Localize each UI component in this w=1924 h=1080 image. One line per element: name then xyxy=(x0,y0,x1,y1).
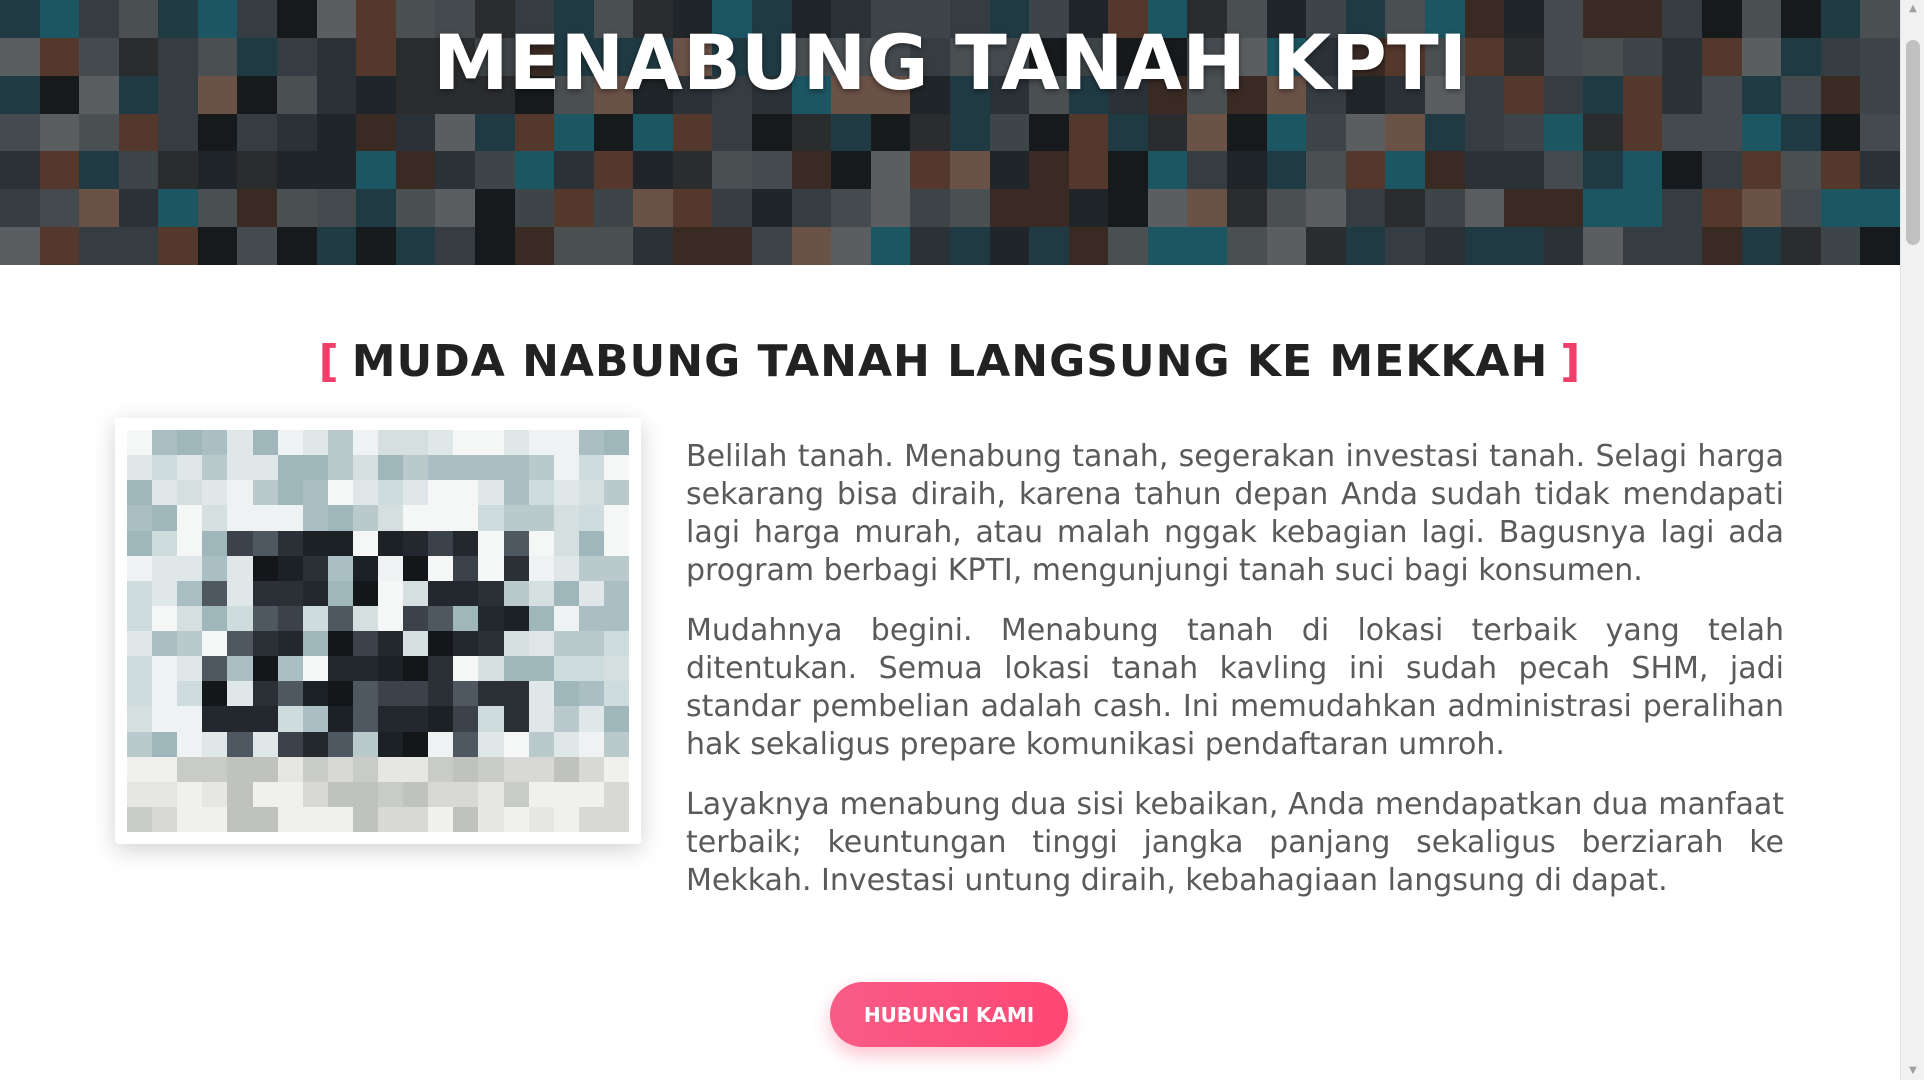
body-text: Belilah tanah. Menabung tanah, segerakan… xyxy=(686,438,1784,922)
heading-bracket-close: ] xyxy=(1560,336,1582,387)
paragraph-2: Mudahnya begini. Menabung tanah di lokas… xyxy=(686,613,1784,762)
team-photo xyxy=(127,430,629,832)
vertical-scrollbar[interactable]: ▲ ▼ xyxy=(1900,0,1924,1080)
scrollbar-thumb[interactable] xyxy=(1906,40,1920,245)
triangle-down-icon[interactable]: ▼ xyxy=(1901,1062,1924,1080)
hero-banner: MENABUNG TANAH KPTI xyxy=(0,0,1900,265)
photo-card xyxy=(115,418,641,844)
hero-title: MENABUNG TANAH KPTI xyxy=(432,18,1467,107)
paragraph-3: Layaknya menabung dua sisi kebaikan, And… xyxy=(686,787,1784,898)
contact-us-button[interactable]: HUBUNGI KAMI xyxy=(830,982,1068,1047)
section-heading: [MUDA NABUNG TANAH LANGSUNG KE MEKKAH] xyxy=(0,336,1900,387)
heading-bracket-open: [ xyxy=(318,336,340,387)
triangle-up-icon[interactable]: ▲ xyxy=(1901,0,1924,18)
paragraph-1: Belilah tanah. Menabung tanah, segerakan… xyxy=(686,439,1784,588)
section-heading-text: MUDA NABUNG TANAH LANGSUNG KE MEKKAH xyxy=(351,336,1549,387)
